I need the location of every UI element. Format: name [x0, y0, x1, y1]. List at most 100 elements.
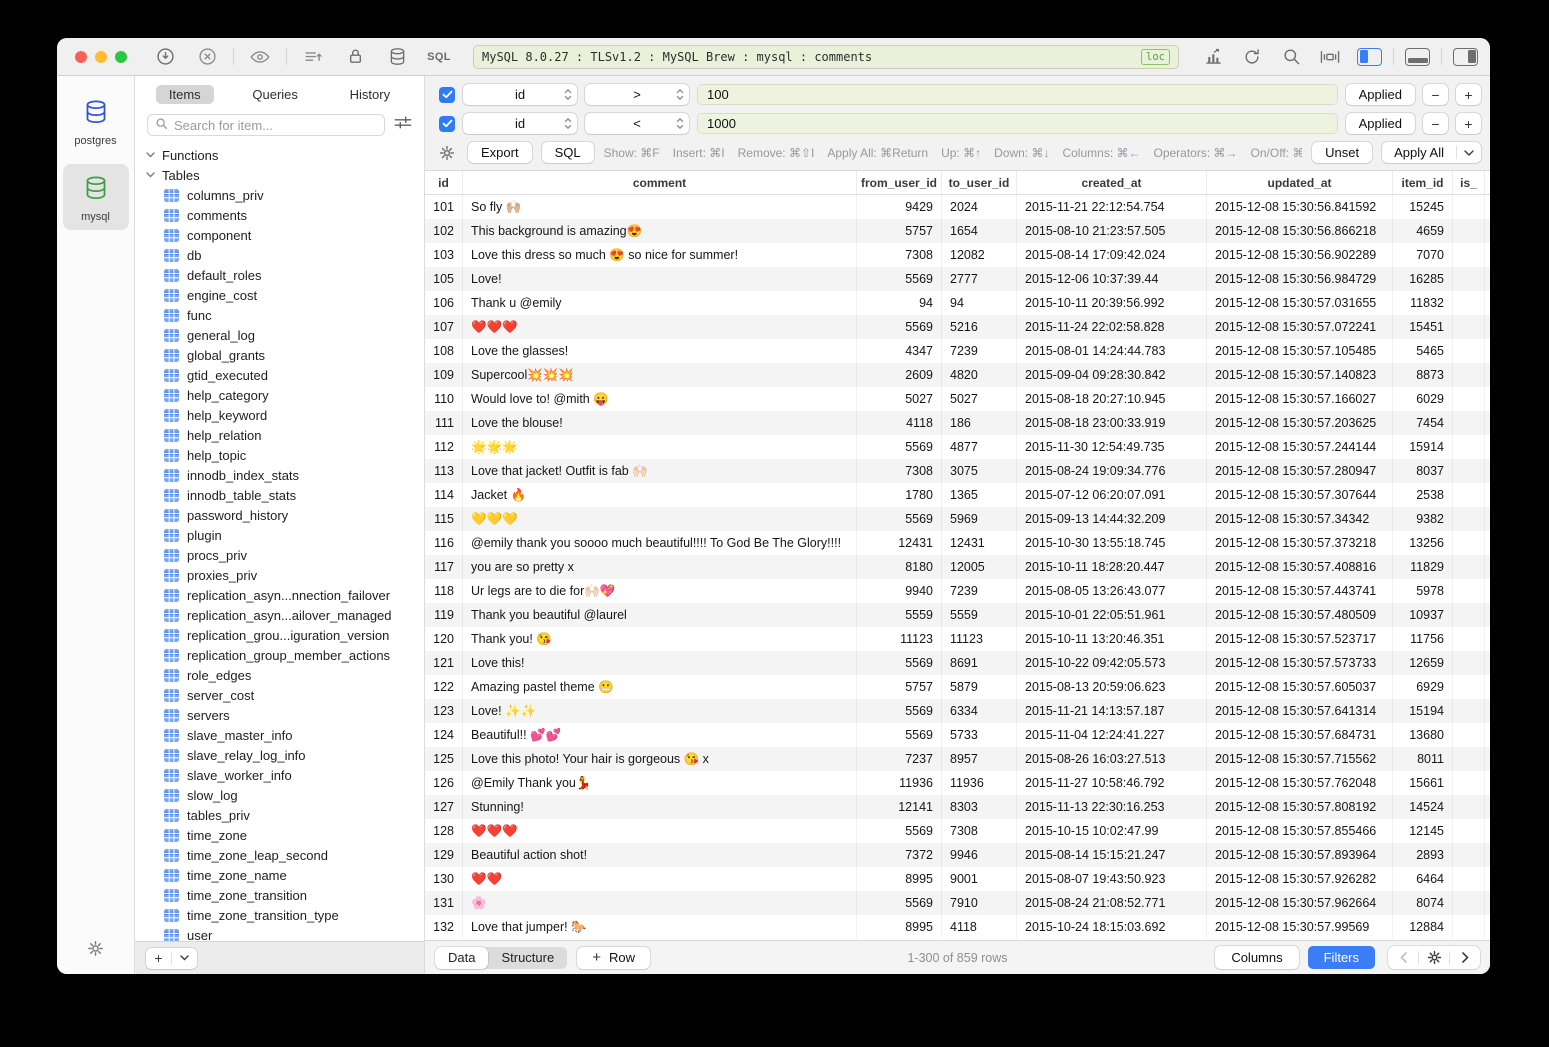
cell-created_at[interactable]: 2015-11-30 12:54:49.735	[1017, 435, 1207, 459]
cell-comment[interactable]: Would love to! @mith 😛	[463, 387, 857, 411]
cell-updated_at[interactable]: 2015-12-08 15:30:56.841592	[1207, 195, 1393, 219]
cell-updated_at[interactable]: 2015-12-08 15:30:56.902289	[1207, 243, 1393, 267]
column-header-from_user_id[interactable]: from_user_id	[857, 171, 942, 194]
cell-is_[interactable]	[1453, 339, 1485, 363]
connection-mysql[interactable]: mysql	[63, 164, 129, 230]
cell-created_at[interactable]: 2015-09-04 09:28:30.842	[1017, 363, 1207, 387]
connection-postgres[interactable]: postgres	[63, 88, 129, 154]
tab-data[interactable]: Data	[435, 947, 488, 969]
cell-from_user_id[interactable]: 7308	[857, 459, 942, 483]
cell-created_at[interactable]: 2015-07-12 06:20:07.091	[1017, 483, 1207, 507]
cell-is_[interactable]	[1453, 531, 1485, 555]
cell-created_at[interactable]: 2015-09-13 14:44:32.209	[1017, 507, 1207, 531]
cell-to_user_id[interactable]: 9001	[942, 867, 1017, 891]
column-header-to_user_id[interactable]: to_user_id	[942, 171, 1017, 194]
cell-created_at[interactable]: 2015-08-18 23:00:33.919	[1017, 411, 1207, 435]
cell-updated_at[interactable]: 2015-12-08 15:30:57.573733	[1207, 651, 1393, 675]
cell-created_at[interactable]: 2015-11-13 22:30:16.253	[1017, 795, 1207, 819]
filter-operator-select[interactable]: <	[585, 113, 689, 134]
sidebar-table-default_roles[interactable]: default_roles	[135, 265, 424, 285]
cell-item_id[interactable]: 15661	[1393, 771, 1453, 795]
cell-to_user_id[interactable]: 5559	[942, 603, 1017, 627]
cell-id[interactable]: 125	[425, 747, 463, 771]
sidebar-table-server_cost[interactable]: server_cost	[135, 685, 424, 705]
cell-id[interactable]: 103	[425, 243, 463, 267]
cell-to_user_id[interactable]: 7239	[942, 339, 1017, 363]
cell-id[interactable]: 120	[425, 627, 463, 651]
cell-to_user_id[interactable]: 4877	[942, 435, 1017, 459]
cell-comment[interactable]: Beautiful action shot!	[463, 843, 857, 867]
cell-comment[interactable]: 🌟🌟🌟	[463, 435, 857, 459]
cell-to_user_id[interactable]: 8691	[942, 651, 1017, 675]
cell-to_user_id[interactable]: 4820	[942, 363, 1017, 387]
add-row-button[interactable]: + Row	[577, 947, 650, 969]
close-window-button[interactable]	[75, 51, 87, 63]
cell-item_id[interactable]: 15194	[1393, 699, 1453, 723]
cell-item_id[interactable]: 9382	[1393, 507, 1453, 531]
cell-is_[interactable]	[1453, 483, 1485, 507]
cell-item_id[interactable]: 12659	[1393, 651, 1453, 675]
apply-all-button[interactable]: Apply All	[1382, 142, 1481, 163]
cell-to_user_id[interactable]: 12431	[942, 531, 1017, 555]
cell-from_user_id[interactable]: 8995	[857, 867, 942, 891]
cell-is_[interactable]	[1453, 891, 1485, 915]
cell-comment[interactable]: 🌸	[463, 891, 857, 915]
cell-to_user_id[interactable]: 9946	[942, 843, 1017, 867]
cell-created_at[interactable]: 2015-10-15 10:02:47.99	[1017, 819, 1207, 843]
sidebar-table-slave_worker_info[interactable]: slave_worker_info	[135, 765, 424, 785]
cell-is_[interactable]	[1453, 747, 1485, 771]
cell-item_id[interactable]: 11829	[1393, 555, 1453, 579]
cell-created_at[interactable]: 2015-11-24 22:02:58.828	[1017, 315, 1207, 339]
cell-item_id[interactable]: 4659	[1393, 219, 1453, 243]
cell-id[interactable]: 130	[425, 867, 463, 891]
cell-is_[interactable]	[1453, 843, 1485, 867]
cell-item_id[interactable]: 6464	[1393, 867, 1453, 891]
cell-to_user_id[interactable]: 6334	[942, 699, 1017, 723]
tab-queries[interactable]: Queries	[239, 85, 311, 104]
cell-from_user_id[interactable]: 11936	[857, 771, 942, 795]
cell-id[interactable]: 121	[425, 651, 463, 675]
cell-to_user_id[interactable]: 11123	[942, 627, 1017, 651]
cell-from_user_id[interactable]: 5569	[857, 315, 942, 339]
cell-comment[interactable]: Amazing pastel theme 😬	[463, 675, 857, 699]
minimize-window-button[interactable]	[95, 51, 107, 63]
cell-to_user_id[interactable]: 5733	[942, 723, 1017, 747]
cell-is_[interactable]	[1453, 819, 1485, 843]
tree-group-tables[interactable]: Tables	[135, 165, 424, 185]
cell-comment[interactable]: Jacket 🔥	[463, 483, 857, 507]
sidebar-table-global_grants[interactable]: global_grants	[135, 345, 424, 365]
cell-created_at[interactable]: 2015-08-01 14:24:44.783	[1017, 339, 1207, 363]
cell-updated_at[interactable]: 2015-12-08 15:30:57.762048	[1207, 771, 1393, 795]
cell-id[interactable]: 117	[425, 555, 463, 579]
sidebar-table-role_edges[interactable]: role_edges	[135, 665, 424, 685]
cell-item_id[interactable]: 8873	[1393, 363, 1453, 387]
sidebar-table-innodb_index_stats[interactable]: innodb_index_stats	[135, 465, 424, 485]
cell-comment[interactable]: @emily thank you soooo much beautiful!!!…	[463, 531, 857, 555]
remove-filter-button[interactable]: −	[1423, 84, 1448, 105]
cell-to_user_id[interactable]: 8303	[942, 795, 1017, 819]
sidebar-table-engine_cost[interactable]: engine_cost	[135, 285, 424, 305]
filter-value-input[interactable]: 100	[697, 84, 1338, 105]
cell-comment[interactable]: Love this!	[463, 651, 857, 675]
cell-updated_at[interactable]: 2015-12-08 15:30:57.408816	[1207, 555, 1393, 579]
search-icon[interactable]	[1279, 45, 1303, 69]
cell-item_id[interactable]: 13256	[1393, 531, 1453, 555]
sidebar-table-user[interactable]: user	[135, 925, 424, 941]
cell-updated_at[interactable]: 2015-12-08 15:30:57.031655	[1207, 291, 1393, 315]
cell-id[interactable]: 118	[425, 579, 463, 603]
sidebar-table-proxies_priv[interactable]: proxies_priv	[135, 565, 424, 585]
search-input[interactable]: Search for item...	[147, 114, 385, 136]
cell-to_user_id[interactable]: 7239	[942, 579, 1017, 603]
cell-item_id[interactable]: 6929	[1393, 675, 1453, 699]
cell-is_[interactable]	[1453, 651, 1485, 675]
cell-item_id[interactable]: 10937	[1393, 603, 1453, 627]
cell-is_[interactable]	[1453, 291, 1485, 315]
cell-is_[interactable]	[1453, 315, 1485, 339]
applied-button[interactable]: Applied	[1346, 113, 1415, 134]
export-button[interactable]: Export	[468, 142, 532, 163]
cell-updated_at[interactable]: 2015-12-08 15:30:57.808192	[1207, 795, 1393, 819]
cell-from_user_id[interactable]: 7308	[857, 243, 942, 267]
cell-from_user_id[interactable]: 12431	[857, 531, 942, 555]
lock-icon[interactable]	[343, 45, 367, 69]
sidebar-table-component[interactable]: component	[135, 225, 424, 245]
